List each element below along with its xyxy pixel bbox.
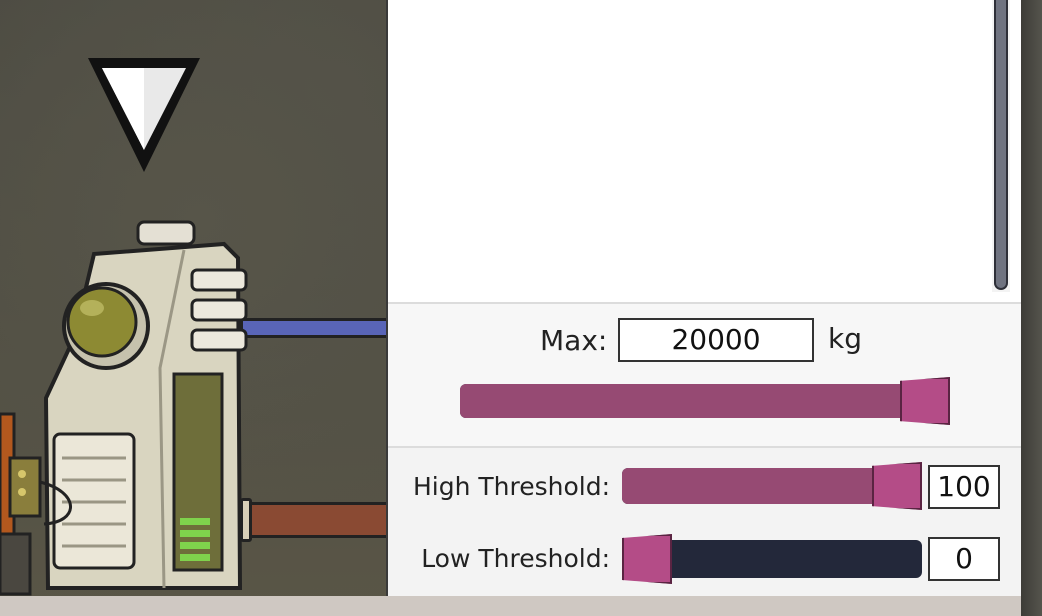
blue-pipe — [240, 318, 390, 338]
copper-pipe — [244, 502, 390, 538]
selection-triangle-icon — [88, 58, 200, 172]
high-threshold-handle[interactable] — [872, 462, 922, 510]
high-threshold-slider[interactable] — [622, 462, 922, 510]
capacity-slider[interactable] — [460, 377, 950, 425]
panel-content-area — [388, 0, 1021, 302]
max-capacity-input[interactable]: 20000 — [618, 318, 814, 362]
background-edge — [1021, 0, 1042, 616]
high-threshold-fill — [622, 468, 897, 504]
scrollbar-thumb[interactable] — [994, 0, 1008, 290]
unit-label: kg — [828, 322, 862, 355]
low-threshold-slider[interactable] — [622, 534, 922, 584]
storage-side-panel: Max: 20000 kg High Threshold: 100 Low Th… — [386, 0, 1021, 596]
low-threshold-input[interactable]: 0 — [928, 537, 1000, 581]
floor-tile — [0, 596, 1042, 616]
capacity-slider-handle[interactable] — [900, 377, 950, 425]
adjacent-machine-icon — [0, 412, 72, 596]
max-label: Max: — [540, 324, 608, 357]
high-threshold-label: High Threshold: — [412, 472, 610, 501]
threshold-controls: High Threshold: 100 Low Threshold: 0 — [388, 448, 1021, 596]
capacity-control: Max: 20000 kg — [388, 304, 1021, 446]
low-threshold-label: Low Threshold: — [421, 544, 610, 573]
low-threshold-handle[interactable] — [622, 534, 672, 584]
capacity-slider-fill — [460, 384, 925, 418]
high-threshold-input[interactable]: 100 — [928, 465, 1000, 509]
